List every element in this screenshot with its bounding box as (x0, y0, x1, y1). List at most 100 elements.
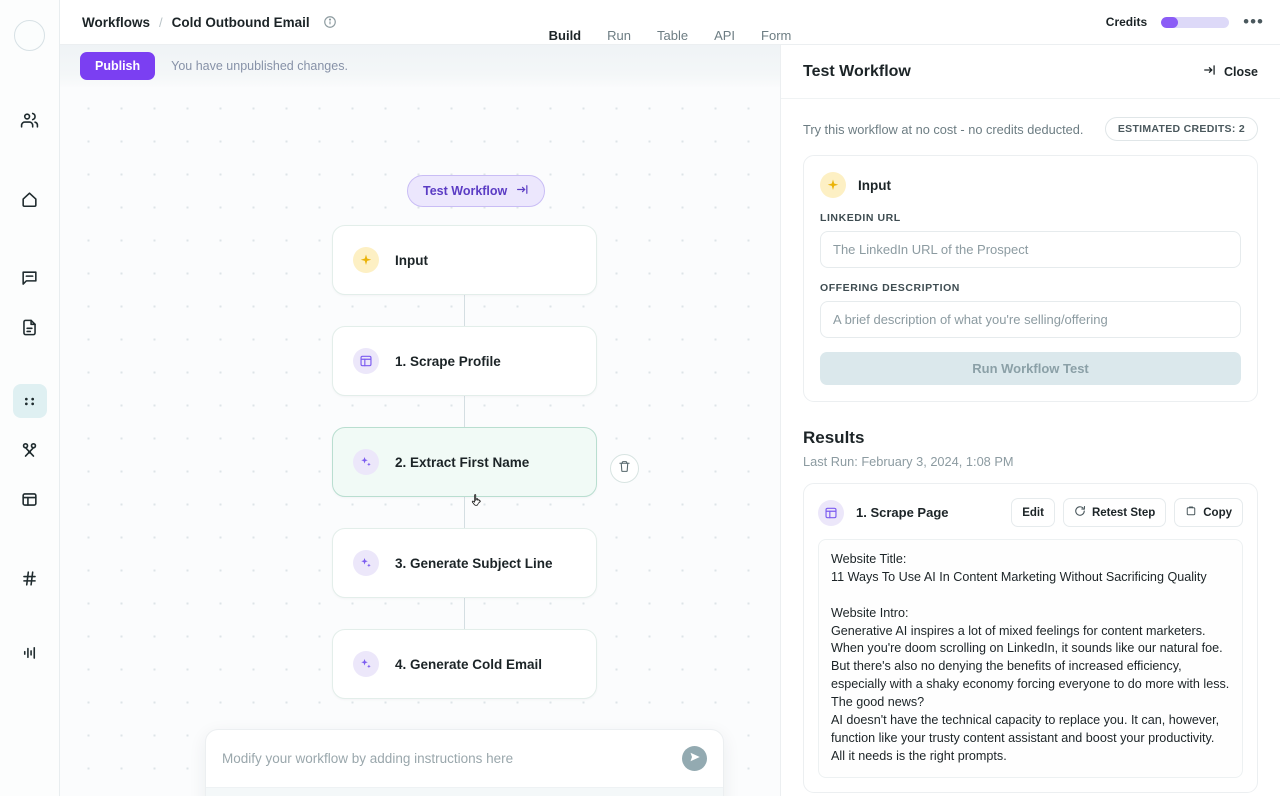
collapse-right-icon (1203, 63, 1217, 80)
user-avatar[interactable] (14, 20, 45, 51)
result-card-header: 1. Scrape Page Edit Retest Step Copy (818, 498, 1243, 527)
tab-bar: Build Run Table API Form (544, 0, 791, 53)
sidebar-item-documents[interactable] (13, 310, 47, 344)
build-history-button[interactable]: Build History (206, 787, 723, 796)
test-workflow-button[interactable]: Test Workflow (407, 175, 546, 207)
send-prompt-button[interactable] (682, 746, 707, 771)
flow-node-input[interactable]: Input (332, 225, 597, 295)
close-panel-button[interactable]: Close (1203, 63, 1258, 80)
publish-bar: Publish You have unpublished changes. (60, 45, 780, 87)
sidebar-item-analytics[interactable] (13, 635, 47, 669)
flow-node-scrape-profile[interactable]: 1. Scrape Profile (332, 326, 597, 396)
result-card-content: Website Title: 11 Ways To Use AI In Cont… (818, 539, 1243, 778)
sidebar-item-chat[interactable] (13, 261, 47, 295)
body-row: Publish You have unpublished changes. Te… (60, 45, 1280, 796)
mouse-cursor-icon (470, 492, 486, 512)
flow-layer: Test Workflow Input 1. Scrape Profile 2.… (60, 87, 780, 796)
result-card-actions: Edit Retest Step Copy (1011, 498, 1243, 527)
close-panel-label: Close (1223, 64, 1258, 79)
workflow-prompt-input[interactable] (222, 751, 682, 766)
estimated-credits-badge: ESTIMATED CREDITS: 2 (1104, 117, 1258, 141)
hash-icon (20, 569, 39, 588)
left-rail (0, 0, 60, 796)
sidebar-item-workflows[interactable] (12, 384, 47, 418)
try-workflow-row: Try this workflow at no cost - no credit… (803, 99, 1258, 155)
refresh-icon (1074, 505, 1086, 520)
trash-icon (618, 460, 631, 478)
panel-header: Test Workflow Close (781, 45, 1280, 99)
grid-dots-icon (20, 392, 39, 411)
sidebar-item-table[interactable] (13, 482, 47, 516)
credits-progress-fill (1161, 16, 1179, 28)
app-root: Workflows / Cold Outbound Email Build Ru… (0, 0, 1280, 796)
info-circle-icon[interactable] (323, 15, 337, 29)
panel-title: Test Workflow (803, 62, 911, 80)
flow-node-label: 2. Extract First Name (395, 454, 530, 470)
sparkle-icon (353, 247, 379, 273)
browser-layout-icon (353, 348, 379, 374)
top-bar: Workflows / Cold Outbound Email Build Ru… (60, 0, 1280, 53)
workflow-prompt-card: Build History (205, 729, 724, 796)
sidebar-item-nodes[interactable] (13, 433, 47, 467)
test-workflow-label: Test Workflow (423, 184, 508, 198)
copy-result-button[interactable]: Copy (1174, 498, 1243, 527)
ai-sparkle-icon (353, 550, 379, 576)
breadcrumb-separator: / (159, 14, 163, 30)
linkedin-url-input[interactable] (820, 231, 1241, 268)
offering-description-label: OFFERING DESCRIPTION (820, 282, 960, 294)
flow-node-label: Input (395, 252, 428, 268)
input-card-header: Input (820, 172, 1241, 198)
try-workflow-text: Try this workflow at no cost - no credit… (803, 121, 1084, 137)
run-workflow-test-button[interactable]: Run Workflow Test (820, 352, 1241, 385)
home-icon (20, 190, 39, 209)
arrow-to-line-icon (516, 183, 529, 199)
prompt-input-row (206, 730, 723, 787)
sidebar-item-people[interactable] (13, 103, 47, 137)
send-icon (689, 750, 701, 768)
copy-result-label: Copy (1203, 506, 1232, 519)
sidebar-item-home[interactable] (13, 182, 47, 216)
breadcrumb-root[interactable]: Workflows (82, 15, 150, 30)
sparkle-icon (820, 172, 846, 198)
input-card: Input LINKEDIN URL OFFERING DESCRIPTION … (803, 155, 1258, 402)
copy-icon (1185, 505, 1197, 520)
delete-node-button[interactable] (610, 454, 639, 483)
breadcrumb: Workflows / Cold Outbound Email (82, 15, 337, 30)
main-area: Workflows / Cold Outbound Email Build Ru… (60, 0, 1280, 796)
workflow-canvas[interactable]: Publish You have unpublished changes. Te… (60, 45, 780, 796)
input-card-title: Input (858, 177, 891, 193)
flow-node-generate-cold-email[interactable]: 4. Generate Cold Email (332, 629, 597, 699)
publish-button[interactable]: Publish (80, 52, 156, 80)
credits-progress-bar[interactable] (1161, 16, 1230, 28)
test-workflow-panel: Test Workflow Close Try this workflow at… (780, 45, 1280, 796)
edit-step-button[interactable]: Edit (1011, 498, 1055, 527)
flow-node-label: 3. Generate Subject Line (395, 555, 553, 571)
table-icon (20, 490, 39, 509)
credits-label: Credits (1105, 15, 1148, 29)
retest-step-label: Retest Step (1091, 506, 1156, 519)
panel-body: Try this workflow at no cost - no credit… (781, 99, 1280, 796)
result-card: 1. Scrape Page Edit Retest Step Copy Web… (803, 483, 1258, 793)
more-menu-icon[interactable]: ••• (1243, 13, 1264, 29)
result-card-title: 1. Scrape Page (856, 505, 949, 520)
flow-node-label: 4. Generate Cold Email (395, 656, 543, 672)
retest-step-button[interactable]: Retest Step (1062, 498, 1167, 527)
document-icon (20, 318, 39, 337)
unpublished-changes-note: You have unpublished changes. (171, 59, 348, 73)
results-heading: Results (803, 428, 865, 447)
offering-description-input[interactable] (820, 301, 1241, 338)
ai-sparkle-icon (353, 449, 379, 475)
results-last-run: Last Run: February 3, 2024, 1:08 PM (803, 454, 1014, 469)
browser-layout-icon (818, 499, 844, 526)
flow-node-extract-first-name[interactable]: 2. Extract First Name (332, 427, 597, 497)
chart-icon (20, 643, 39, 662)
people-icon (20, 111, 39, 130)
linkedin-url-label: LINKEDIN URL (820, 212, 901, 224)
breadcrumb-current[interactable]: Cold Outbound Email (172, 15, 310, 30)
flow-node-label: 1. Scrape Profile (395, 353, 501, 369)
chat-icon (20, 269, 39, 288)
ai-sparkle-icon (353, 651, 379, 677)
flow-node-generate-subject-line[interactable]: 3. Generate Subject Line (332, 528, 597, 598)
sidebar-item-channels[interactable] (13, 561, 47, 595)
nodes-icon (20, 441, 39, 460)
